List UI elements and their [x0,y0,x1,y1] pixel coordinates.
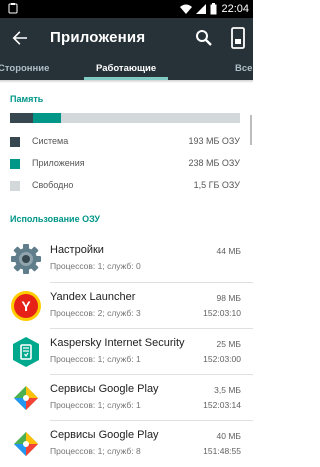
status-time: 22:04 [221,3,249,15]
signal-icon [196,4,207,14]
running-app-item[interactable]: Kaspersky Internet Security Процессов: 1… [0,329,253,375]
kaspersky-icon [13,337,39,367]
tab-shadow [0,80,253,83]
app-memory-size: 44 МБ [216,246,241,256]
yandex-icon: Y [11,291,41,321]
app-bar: Приложения [0,18,253,58]
back-arrow-icon[interactable] [10,28,30,48]
app-memory-size: 40 МБ [216,431,241,441]
memory-heading: Память [10,94,44,104]
ram-usage-heading: Использование ОЗУ [10,214,100,224]
memory-apps-segment [33,113,61,123]
legend-label: Система [32,136,69,146]
legend-value: 1,5 ГБ ОЗУ [193,180,240,190]
app-uptime: 152:03:00 [203,354,241,364]
running-app-item[interactable]: Настройки Процессов: 1; служб: 0 44 МБ [0,236,253,282]
wifi-icon [180,4,193,14]
app-memory-size: 25 МБ [216,339,241,349]
legend-value: 193 МБ ОЗУ [188,136,240,146]
app-processes: Процессов: 1; служб: 1 [50,354,141,364]
app-name: Kaspersky Internet Security [50,337,185,349]
legend-system: Система 193 МБ ОЗУ [10,136,240,148]
tab-bar: Сторонние Работающие Все [0,58,253,80]
legend-label: Свободно [32,180,74,190]
tab-all[interactable]: Все [235,63,252,74]
page-title: Приложения [50,29,146,46]
legend-swatch-system [10,137,20,147]
tab-running[interactable]: Работающие [96,63,156,74]
running-app-item[interactable]: Сервисы Google Play Процессов: 1; служб:… [0,375,253,421]
app-memory-size: 98 МБ [216,293,241,303]
notification-icon [8,3,18,14]
google-play-services-icon [14,386,38,410]
app-processes: Процессов: 1; служб: 0 [50,261,141,271]
legend-label: Приложения [32,158,85,168]
battery-icon [210,3,217,15]
running-app-item[interactable]: Сервисы Google Play Процессов: 1; служб:… [0,421,253,467]
legend-swatch-apps [10,159,20,169]
status-bar: 22:04 [0,0,253,18]
legend-apps: Приложения 238 МБ ОЗУ [10,158,240,170]
app-name: Yandex Launcher [50,291,136,303]
svg-text:Y: Y [21,298,31,314]
app-processes: Процессов: 2; служб: 3 [50,308,141,318]
app-uptime: 152:03:10 [203,308,241,318]
app-uptime: 151:48:55 [203,446,241,456]
app-name: Сервисы Google Play [50,429,159,441]
app-name: Сервисы Google Play [50,383,159,395]
app-processes: Процессов: 1; служб: 1 [50,400,141,410]
search-icon[interactable] [194,28,214,48]
device-memory-icon[interactable] [228,26,248,50]
tab-third-party[interactable]: Сторонние [0,63,49,74]
scrollbar[interactable] [250,115,252,145]
memory-usage-bar [10,113,240,123]
app-memory-size: 3,5 МБ [214,385,241,395]
google-play-services-icon [14,432,38,456]
memory-system-segment [10,113,33,123]
legend-swatch-free [10,181,20,191]
app-processes: Процессов: 1; служб: 8 [50,446,141,456]
app-uptime: 152:03:14 [203,400,241,410]
settings-gear-icon [11,244,41,274]
legend-free: Свободно 1,5 ГБ ОЗУ [10,180,240,192]
legend-value: 238 МБ ОЗУ [188,158,240,168]
app-name: Настройки [50,244,104,256]
running-app-item[interactable]: Y Yandex Launcher Процессов: 2; служб: 3… [0,283,253,329]
